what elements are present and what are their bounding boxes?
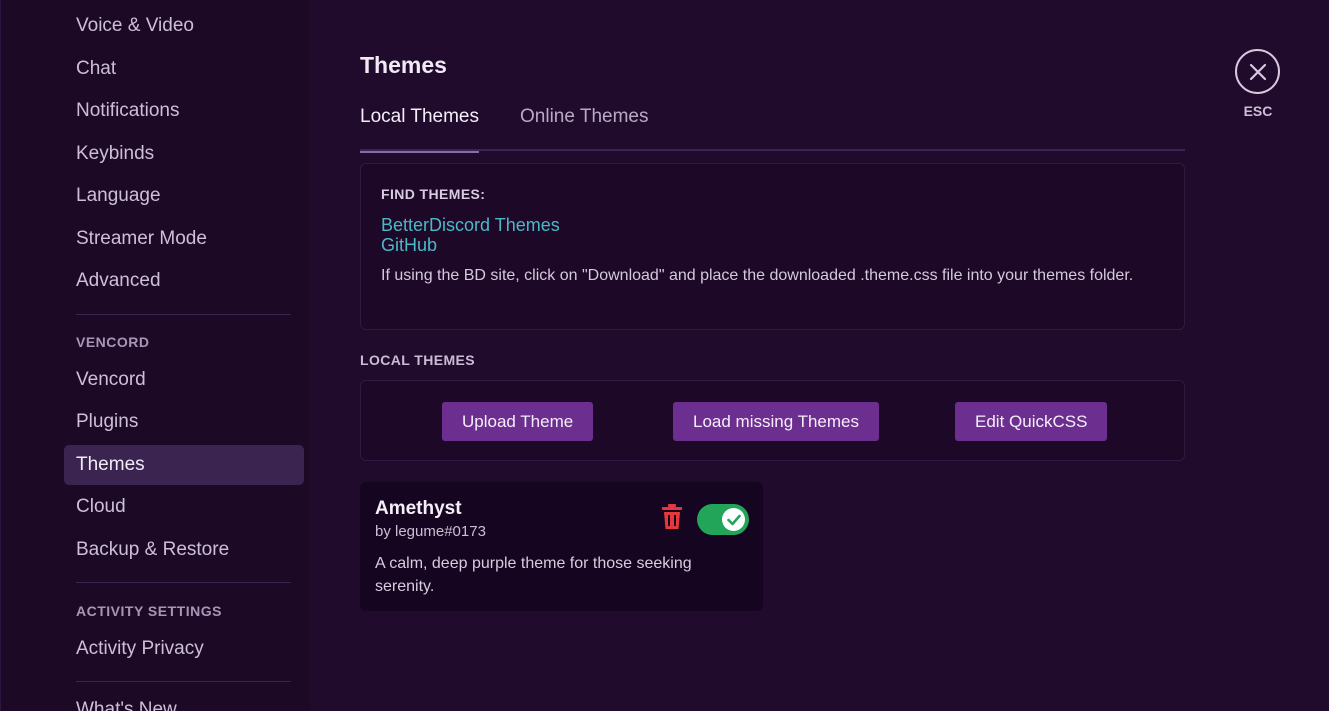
tab-local-themes[interactable]: Local Themes [360,106,479,153]
sidebar-item-language[interactable]: Language [64,176,304,216]
sidebar-item-plugins[interactable]: Plugins [64,402,304,442]
sidebar-item-label: Activity Privacy [76,638,204,659]
sidebar-item-voice-video[interactable]: Voice & Video [64,6,304,46]
settings-sidebar: Voice & Video Chat Notifications Keybind… [0,0,310,711]
theme-card: Amethyst by legume#0173 A calm, deep pur… [360,482,763,611]
local-themes-label: LOCAL THEMES [360,352,475,368]
close-settings: ESC [1235,49,1281,119]
edit-quickcss-button[interactable]: Edit QuickCSS [955,402,1108,441]
sidebar-divider [76,314,291,315]
sidebar-header-vencord: VENCORD [76,334,150,350]
sidebar-item-label: Streamer Mode [76,228,207,249]
sidebar-item-activity-privacy[interactable]: Activity Privacy [64,629,304,669]
sidebar-item-label: Keybinds [76,143,155,164]
sidebar-item-label: Backup & Restore [76,539,230,560]
sidebar-item-label: Plugins [76,411,139,432]
check-icon [722,508,745,531]
sidebar-item-chat[interactable]: Chat [64,49,304,89]
sidebar-item-label: Voice & Video [76,15,194,36]
betterdiscord-themes-link[interactable]: BetterDiscord Themes [381,215,1164,235]
theme-author: by legume#0173 [375,523,486,540]
github-link[interactable]: GitHub [381,235,1164,255]
sidebar-item-label: Chat [76,58,117,79]
sidebar-item-label: Notifications [76,100,180,121]
tab-online-themes[interactable]: Online Themes [520,106,649,151]
sidebar-item-keybinds[interactable]: Keybinds [64,134,304,174]
sidebar-item-label: Language [76,185,161,206]
theme-name: Amethyst [375,498,462,519]
sidebar-item-notifications[interactable]: Notifications [64,91,304,131]
sidebar-item-whats-new[interactable]: What's New [64,690,304,711]
sidebar-divider [76,681,291,682]
sidebar-item-cloud[interactable]: Cloud [64,487,304,527]
theme-actions-card: Upload Theme Load missing Themes Edit Qu… [360,380,1185,461]
sidebar-item-backup-restore[interactable]: Backup & Restore [64,530,304,570]
sidebar-divider [76,582,291,583]
settings-content: Themes Local Themes Online Themes FIND T… [310,0,1329,711]
theme-tabs: Local Themes Online Themes [360,102,1185,153]
sidebar-item-label: What's New [76,699,177,711]
sidebar-item-label: Themes [76,454,145,475]
theme-enabled-toggle[interactable] [697,504,749,535]
sidebar-item-label: Cloud [76,496,126,517]
theme-description: A calm, deep purple theme for those seek… [375,555,692,595]
trash-icon[interactable] [660,504,684,530]
load-missing-themes-button[interactable]: Load missing Themes [673,402,879,441]
sidebar-item-streamer-mode[interactable]: Streamer Mode [64,219,304,259]
esc-label: ESC [1243,103,1273,119]
sidebar-header-activity-settings: ACTIVITY SETTINGS [76,603,222,619]
sidebar-item-label: Advanced [76,270,161,291]
sidebar-item-label: Vencord [76,369,146,390]
find-themes-header: FIND THEMES: [381,186,486,202]
sidebar-item-vencord[interactable]: Vencord [64,360,304,400]
close-icon[interactable] [1235,49,1280,94]
upload-theme-button[interactable]: Upload Theme [442,402,594,441]
find-themes-card: FIND THEMES: BetterDiscord Themes GitHub… [360,163,1185,330]
sidebar-item-advanced[interactable]: Advanced [64,261,304,301]
find-themes-description: If using the BD site, click on "Download… [381,267,1134,284]
sidebar-item-themes[interactable]: Themes [64,445,304,485]
page-title: Themes [360,52,447,78]
